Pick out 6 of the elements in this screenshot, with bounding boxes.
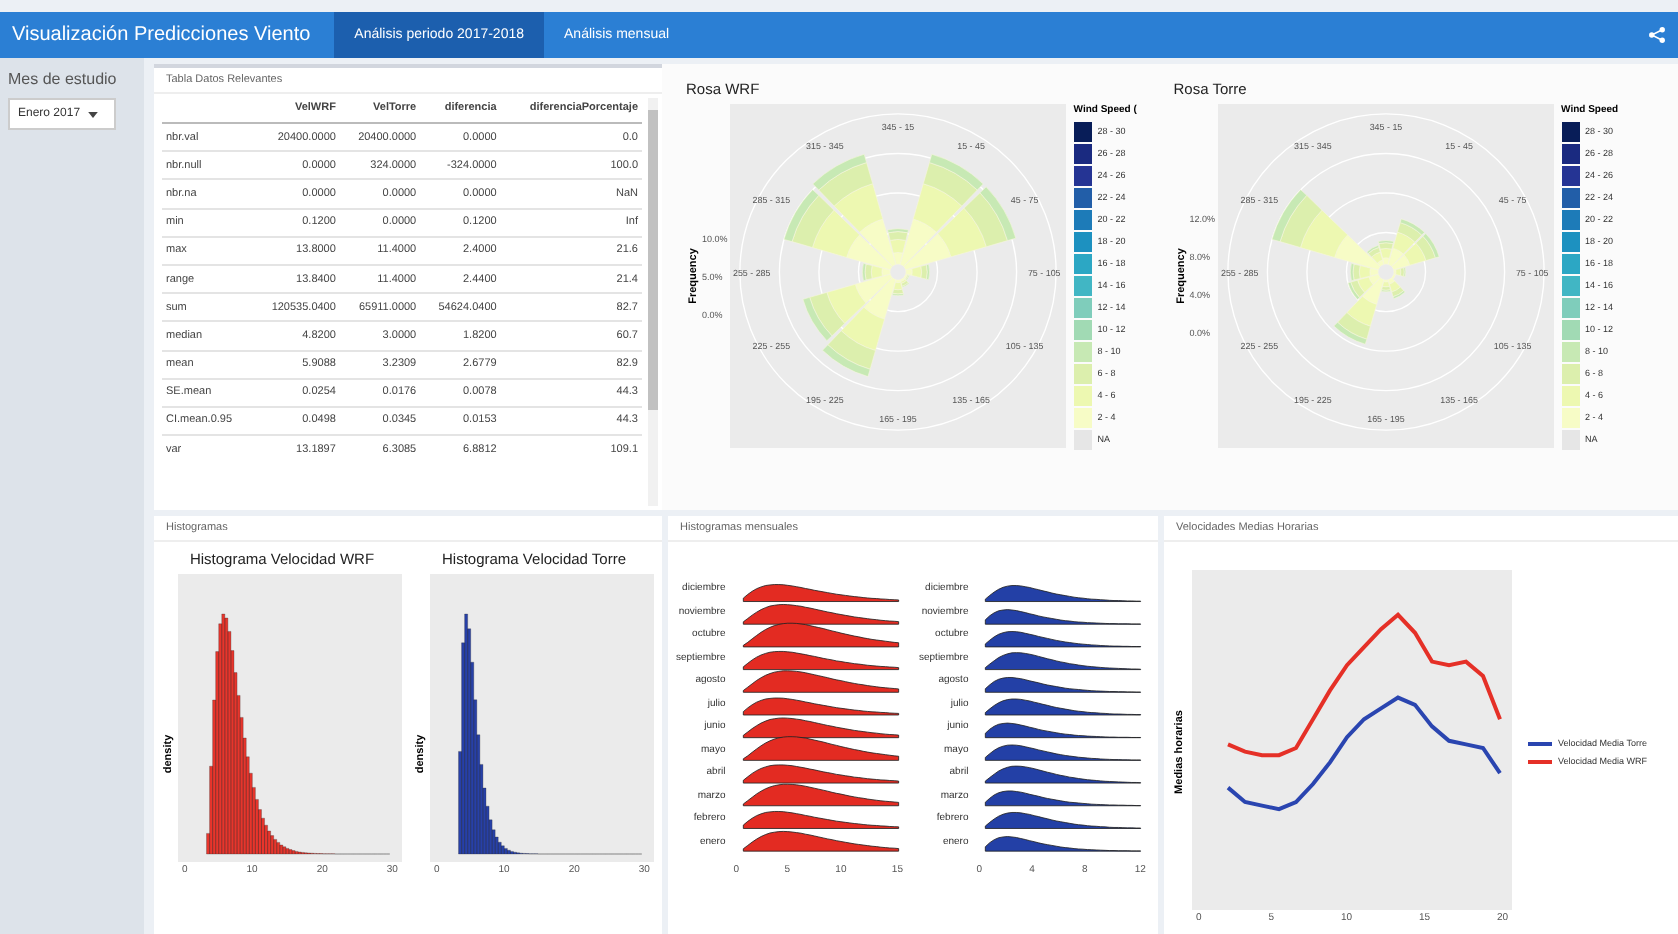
field-label: Mes de estudio bbox=[8, 70, 119, 88]
caret-icon bbox=[88, 111, 99, 117]
scrollbar[interactable] bbox=[648, 98, 658, 506]
scrollbar-thumb[interactable] bbox=[648, 110, 658, 410]
app-title: Visualización Predicciones Viento bbox=[10, 22, 313, 50]
share-icon[interactable] bbox=[1648, 26, 1666, 44]
